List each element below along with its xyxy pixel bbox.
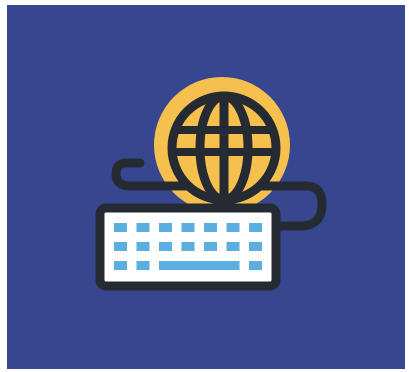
keyboard-key [114, 261, 127, 270]
keyboard-key [114, 242, 127, 251]
globe-icon [167, 91, 281, 205]
keyboard-key [204, 242, 217, 251]
keyboard-key [136, 223, 150, 232]
keyboard-key [226, 242, 240, 251]
keyboard-key [181, 242, 195, 251]
keyboard-key [114, 223, 127, 232]
spacebar-key [159, 261, 240, 270]
keyboard-key [249, 242, 262, 251]
keyboard-key [204, 223, 217, 232]
globe-keyboard-icon [95, 77, 327, 291]
keyboard-key [159, 242, 172, 251]
keyboard-key [136, 261, 150, 270]
keyboard-key [181, 223, 195, 232]
keyboard-key [136, 242, 150, 251]
keyboard-key [159, 223, 172, 232]
keyboard-key [249, 261, 262, 270]
keyboard-key [249, 223, 262, 232]
keyboard-key [226, 223, 240, 232]
